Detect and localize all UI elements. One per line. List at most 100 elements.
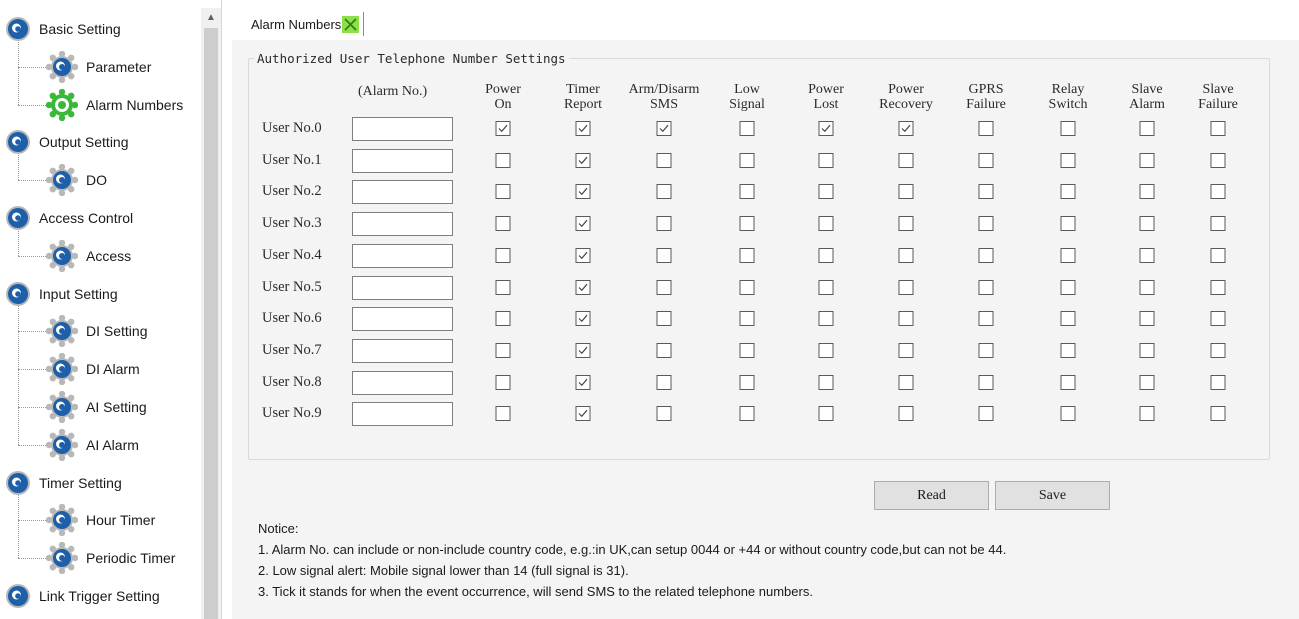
checkbox-unchecked[interactable] bbox=[1060, 121, 1076, 136]
checkbox-checked[interactable] bbox=[575, 311, 591, 327]
checkbox-unchecked[interactable] bbox=[818, 374, 834, 390]
checkbox-unchecked[interactable] bbox=[898, 152, 914, 168]
checkbox-unchecked[interactable] bbox=[898, 216, 914, 232]
checkbox-unchecked[interactable] bbox=[739, 184, 755, 200]
checkbox-unchecked[interactable] bbox=[495, 374, 511, 390]
checkbox-unchecked[interactable] bbox=[978, 121, 994, 136]
checkbox-unchecked[interactable] bbox=[495, 216, 511, 232]
checkbox-checked[interactable] bbox=[575, 152, 591, 168]
alarm-number-input[interactable] bbox=[352, 307, 453, 332]
alarm-number-input[interactable] bbox=[352, 338, 453, 363]
checkbox-unchecked[interactable] bbox=[818, 184, 834, 200]
checkbox-unchecked[interactable] bbox=[1210, 374, 1226, 390]
sidebar-item-ai-alarm[interactable]: AI Alarm bbox=[45, 428, 139, 461]
checkbox-unchecked[interactable] bbox=[1139, 374, 1155, 390]
checkbox-unchecked[interactable] bbox=[818, 406, 834, 422]
checkbox-unchecked[interactable] bbox=[1210, 406, 1226, 422]
checkbox-unchecked[interactable] bbox=[978, 152, 994, 168]
checkbox-unchecked[interactable] bbox=[656, 279, 672, 295]
sidebar-scrollbar[interactable]: ▲ bbox=[201, 8, 221, 619]
checkbox-unchecked[interactable] bbox=[818, 152, 834, 168]
checkbox-unchecked[interactable] bbox=[1139, 121, 1155, 136]
checkbox-checked[interactable] bbox=[898, 121, 914, 136]
save-button[interactable]: Save bbox=[995, 481, 1110, 510]
checkbox-checked[interactable] bbox=[575, 279, 591, 295]
checkbox-unchecked[interactable] bbox=[898, 184, 914, 200]
checkbox-checked[interactable] bbox=[575, 374, 591, 390]
checkbox-unchecked[interactable] bbox=[656, 311, 672, 327]
checkbox-unchecked[interactable] bbox=[1060, 342, 1076, 358]
scroll-thumb[interactable] bbox=[204, 28, 218, 619]
sidebar-item-basic-setting[interactable]: Basic Setting bbox=[5, 15, 121, 43]
checkbox-unchecked[interactable] bbox=[1210, 216, 1226, 232]
checkbox-unchecked[interactable] bbox=[739, 342, 755, 358]
checkbox-unchecked[interactable] bbox=[1139, 406, 1155, 422]
checkbox-unchecked[interactable] bbox=[1210, 184, 1226, 200]
checkbox-unchecked[interactable] bbox=[1210, 152, 1226, 168]
checkbox-unchecked[interactable] bbox=[1139, 184, 1155, 200]
checkbox-unchecked[interactable] bbox=[898, 374, 914, 390]
scroll-up-arrow[interactable]: ▲ bbox=[201, 8, 221, 26]
checkbox-checked[interactable] bbox=[495, 121, 511, 136]
checkbox-unchecked[interactable] bbox=[978, 184, 994, 200]
alarm-number-input[interactable] bbox=[352, 243, 453, 268]
checkbox-unchecked[interactable] bbox=[1139, 279, 1155, 295]
alarm-number-input[interactable] bbox=[352, 117, 453, 141]
checkbox-unchecked[interactable] bbox=[978, 216, 994, 232]
tab-alarm-numbers[interactable]: Alarm Numbers bbox=[251, 12, 365, 36]
checkbox-unchecked[interactable] bbox=[495, 152, 511, 168]
checkbox-unchecked[interactable] bbox=[656, 374, 672, 390]
checkbox-unchecked[interactable] bbox=[739, 247, 755, 263]
sidebar-item-timer-setting[interactable]: Timer Setting bbox=[5, 469, 122, 497]
checkbox-checked[interactable] bbox=[575, 184, 591, 200]
checkbox-checked[interactable] bbox=[575, 342, 591, 358]
checkbox-unchecked[interactable] bbox=[978, 279, 994, 295]
sidebar-item-output-setting[interactable]: Output Setting bbox=[5, 128, 129, 156]
checkbox-unchecked[interactable] bbox=[495, 311, 511, 327]
alarm-number-input[interactable] bbox=[352, 275, 453, 300]
checkbox-unchecked[interactable] bbox=[898, 311, 914, 327]
alarm-number-input[interactable] bbox=[352, 402, 453, 427]
checkbox-unchecked[interactable] bbox=[739, 279, 755, 295]
sidebar-item-access[interactable]: Access bbox=[45, 239, 131, 272]
checkbox-unchecked[interactable] bbox=[739, 406, 755, 422]
checkbox-unchecked[interactable] bbox=[1060, 311, 1076, 327]
checkbox-unchecked[interactable] bbox=[739, 121, 755, 136]
sidebar-item-di-alarm[interactable]: DI Alarm bbox=[45, 352, 140, 386]
checkbox-unchecked[interactable] bbox=[818, 311, 834, 327]
checkbox-unchecked[interactable] bbox=[818, 216, 834, 232]
checkbox-unchecked[interactable] bbox=[1060, 247, 1076, 263]
checkbox-unchecked[interactable] bbox=[898, 406, 914, 422]
sidebar-item-ai-setting[interactable]: AI Setting bbox=[45, 390, 147, 424]
read-button[interactable]: Read bbox=[874, 481, 989, 510]
checkbox-unchecked[interactable] bbox=[898, 279, 914, 295]
checkbox-unchecked[interactable] bbox=[1210, 342, 1226, 358]
checkbox-unchecked[interactable] bbox=[1139, 311, 1155, 327]
checkbox-checked[interactable] bbox=[575, 216, 591, 232]
checkbox-unchecked[interactable] bbox=[739, 374, 755, 390]
alarm-number-input[interactable] bbox=[352, 212, 453, 237]
sidebar-item-parameter[interactable]: Parameter bbox=[45, 50, 151, 83]
checkbox-unchecked[interactable] bbox=[1210, 121, 1226, 136]
checkbox-unchecked[interactable] bbox=[978, 406, 994, 422]
sidebar-item-di-setting[interactable]: DI Setting bbox=[45, 315, 147, 348]
checkbox-unchecked[interactable] bbox=[818, 279, 834, 295]
checkbox-unchecked[interactable] bbox=[1139, 152, 1155, 168]
checkbox-unchecked[interactable] bbox=[495, 406, 511, 422]
checkbox-unchecked[interactable] bbox=[898, 342, 914, 358]
checkbox-unchecked[interactable] bbox=[1139, 342, 1155, 358]
checkbox-unchecked[interactable] bbox=[1210, 247, 1226, 263]
checkbox-unchecked[interactable] bbox=[1060, 152, 1076, 168]
checkbox-checked[interactable] bbox=[575, 406, 591, 422]
sidebar-item-input-setting[interactable]: Input Setting bbox=[5, 280, 118, 308]
checkbox-unchecked[interactable] bbox=[656, 406, 672, 422]
checkbox-unchecked[interactable] bbox=[495, 279, 511, 295]
checkbox-unchecked[interactable] bbox=[656, 184, 672, 200]
alarm-number-input[interactable] bbox=[352, 370, 453, 395]
alarm-number-input[interactable] bbox=[352, 148, 453, 173]
checkbox-unchecked[interactable] bbox=[818, 247, 834, 263]
sidebar-item-hour-timer[interactable]: Hour Timer bbox=[45, 504, 155, 537]
checkbox-unchecked[interactable] bbox=[656, 247, 672, 263]
checkbox-unchecked[interactable] bbox=[739, 152, 755, 168]
checkbox-unchecked[interactable] bbox=[495, 342, 511, 358]
